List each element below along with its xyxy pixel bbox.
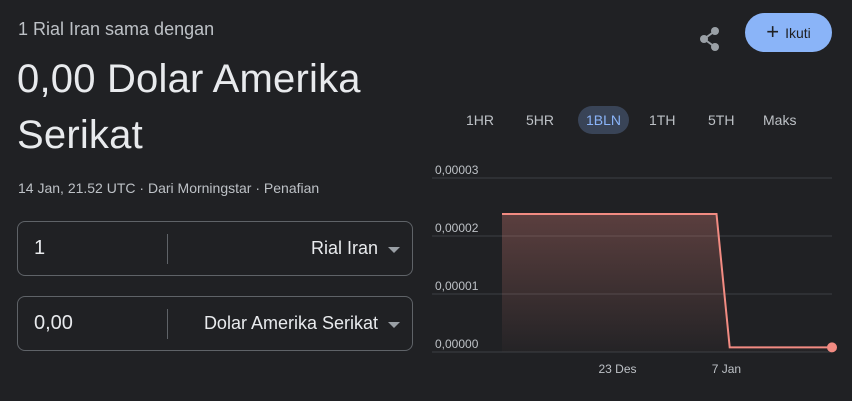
follow-label: Ikuti	[785, 24, 811, 41]
y-tick-label: 0,00000	[435, 337, 479, 351]
chevron-down-icon	[388, 321, 400, 328]
series-area	[502, 213, 832, 352]
chevron-down-icon	[388, 246, 400, 253]
follow-button[interactable]: + Ikuti	[745, 13, 832, 52]
tab-1hr[interactable]: 1HR	[458, 106, 502, 134]
plus-icon: +	[766, 18, 780, 44]
to-currency-box: 0,00 Dolar Amerika Serikat	[17, 296, 413, 351]
field-divider	[167, 234, 168, 264]
share-button[interactable]	[695, 24, 725, 54]
meta-separator: ·	[251, 180, 264, 196]
tab-1bln[interactable]: 1BLN	[578, 106, 630, 134]
tab-5th[interactable]: 5TH	[700, 106, 742, 134]
from-amount-input[interactable]: 1	[34, 222, 164, 275]
tab-5hr[interactable]: 5HR	[518, 106, 562, 134]
share-icon	[700, 27, 719, 51]
meta-separator: ·	[135, 180, 148, 196]
from-currency-box: 1 Rial Iran	[17, 221, 413, 276]
from-currency-label: Rial Iran	[310, 238, 378, 258]
y-tick-label: 0,00001	[435, 279, 479, 293]
x-tick-label: 7 Jan	[712, 362, 741, 376]
field-divider	[167, 309, 168, 339]
tab-maks[interactable]: Maks	[755, 106, 804, 134]
to-amount-input[interactable]: 0,00	[34, 297, 164, 350]
tab-1th[interactable]: 1TH	[641, 106, 683, 134]
price-chart: 0,00003 0,00002 0,00001 0,00000 23 Des 7 Jan	[432, 163, 837, 376]
conversion-value: 0,00 Dolar Amerika Serikat	[17, 57, 361, 157]
conversion-title: 1 Rial Iran sama dengan	[18, 19, 215, 39]
to-currency-label: Dolar Amerika Serikat	[203, 313, 378, 333]
y-tick-label: 0,00003	[435, 163, 479, 177]
y-tick-label: 0,00002	[435, 221, 479, 235]
source-meta: 14 Jan, 21.52 UTC · Dari Morningstar · P…	[18, 180, 319, 196]
timestamp: 14 Jan, 21.52 UTC	[18, 180, 136, 196]
to-currency-select[interactable]: Dolar Amerika Serikat	[204, 297, 400, 350]
series-endpoint	[827, 342, 837, 353]
from-currency-select[interactable]: Rial Iran	[311, 222, 400, 275]
x-tick-label: 23 Des	[598, 362, 636, 376]
source-link[interactable]: Dari Morningstar	[148, 180, 251, 196]
disclaimer-link[interactable]: Penafian	[264, 180, 319, 196]
